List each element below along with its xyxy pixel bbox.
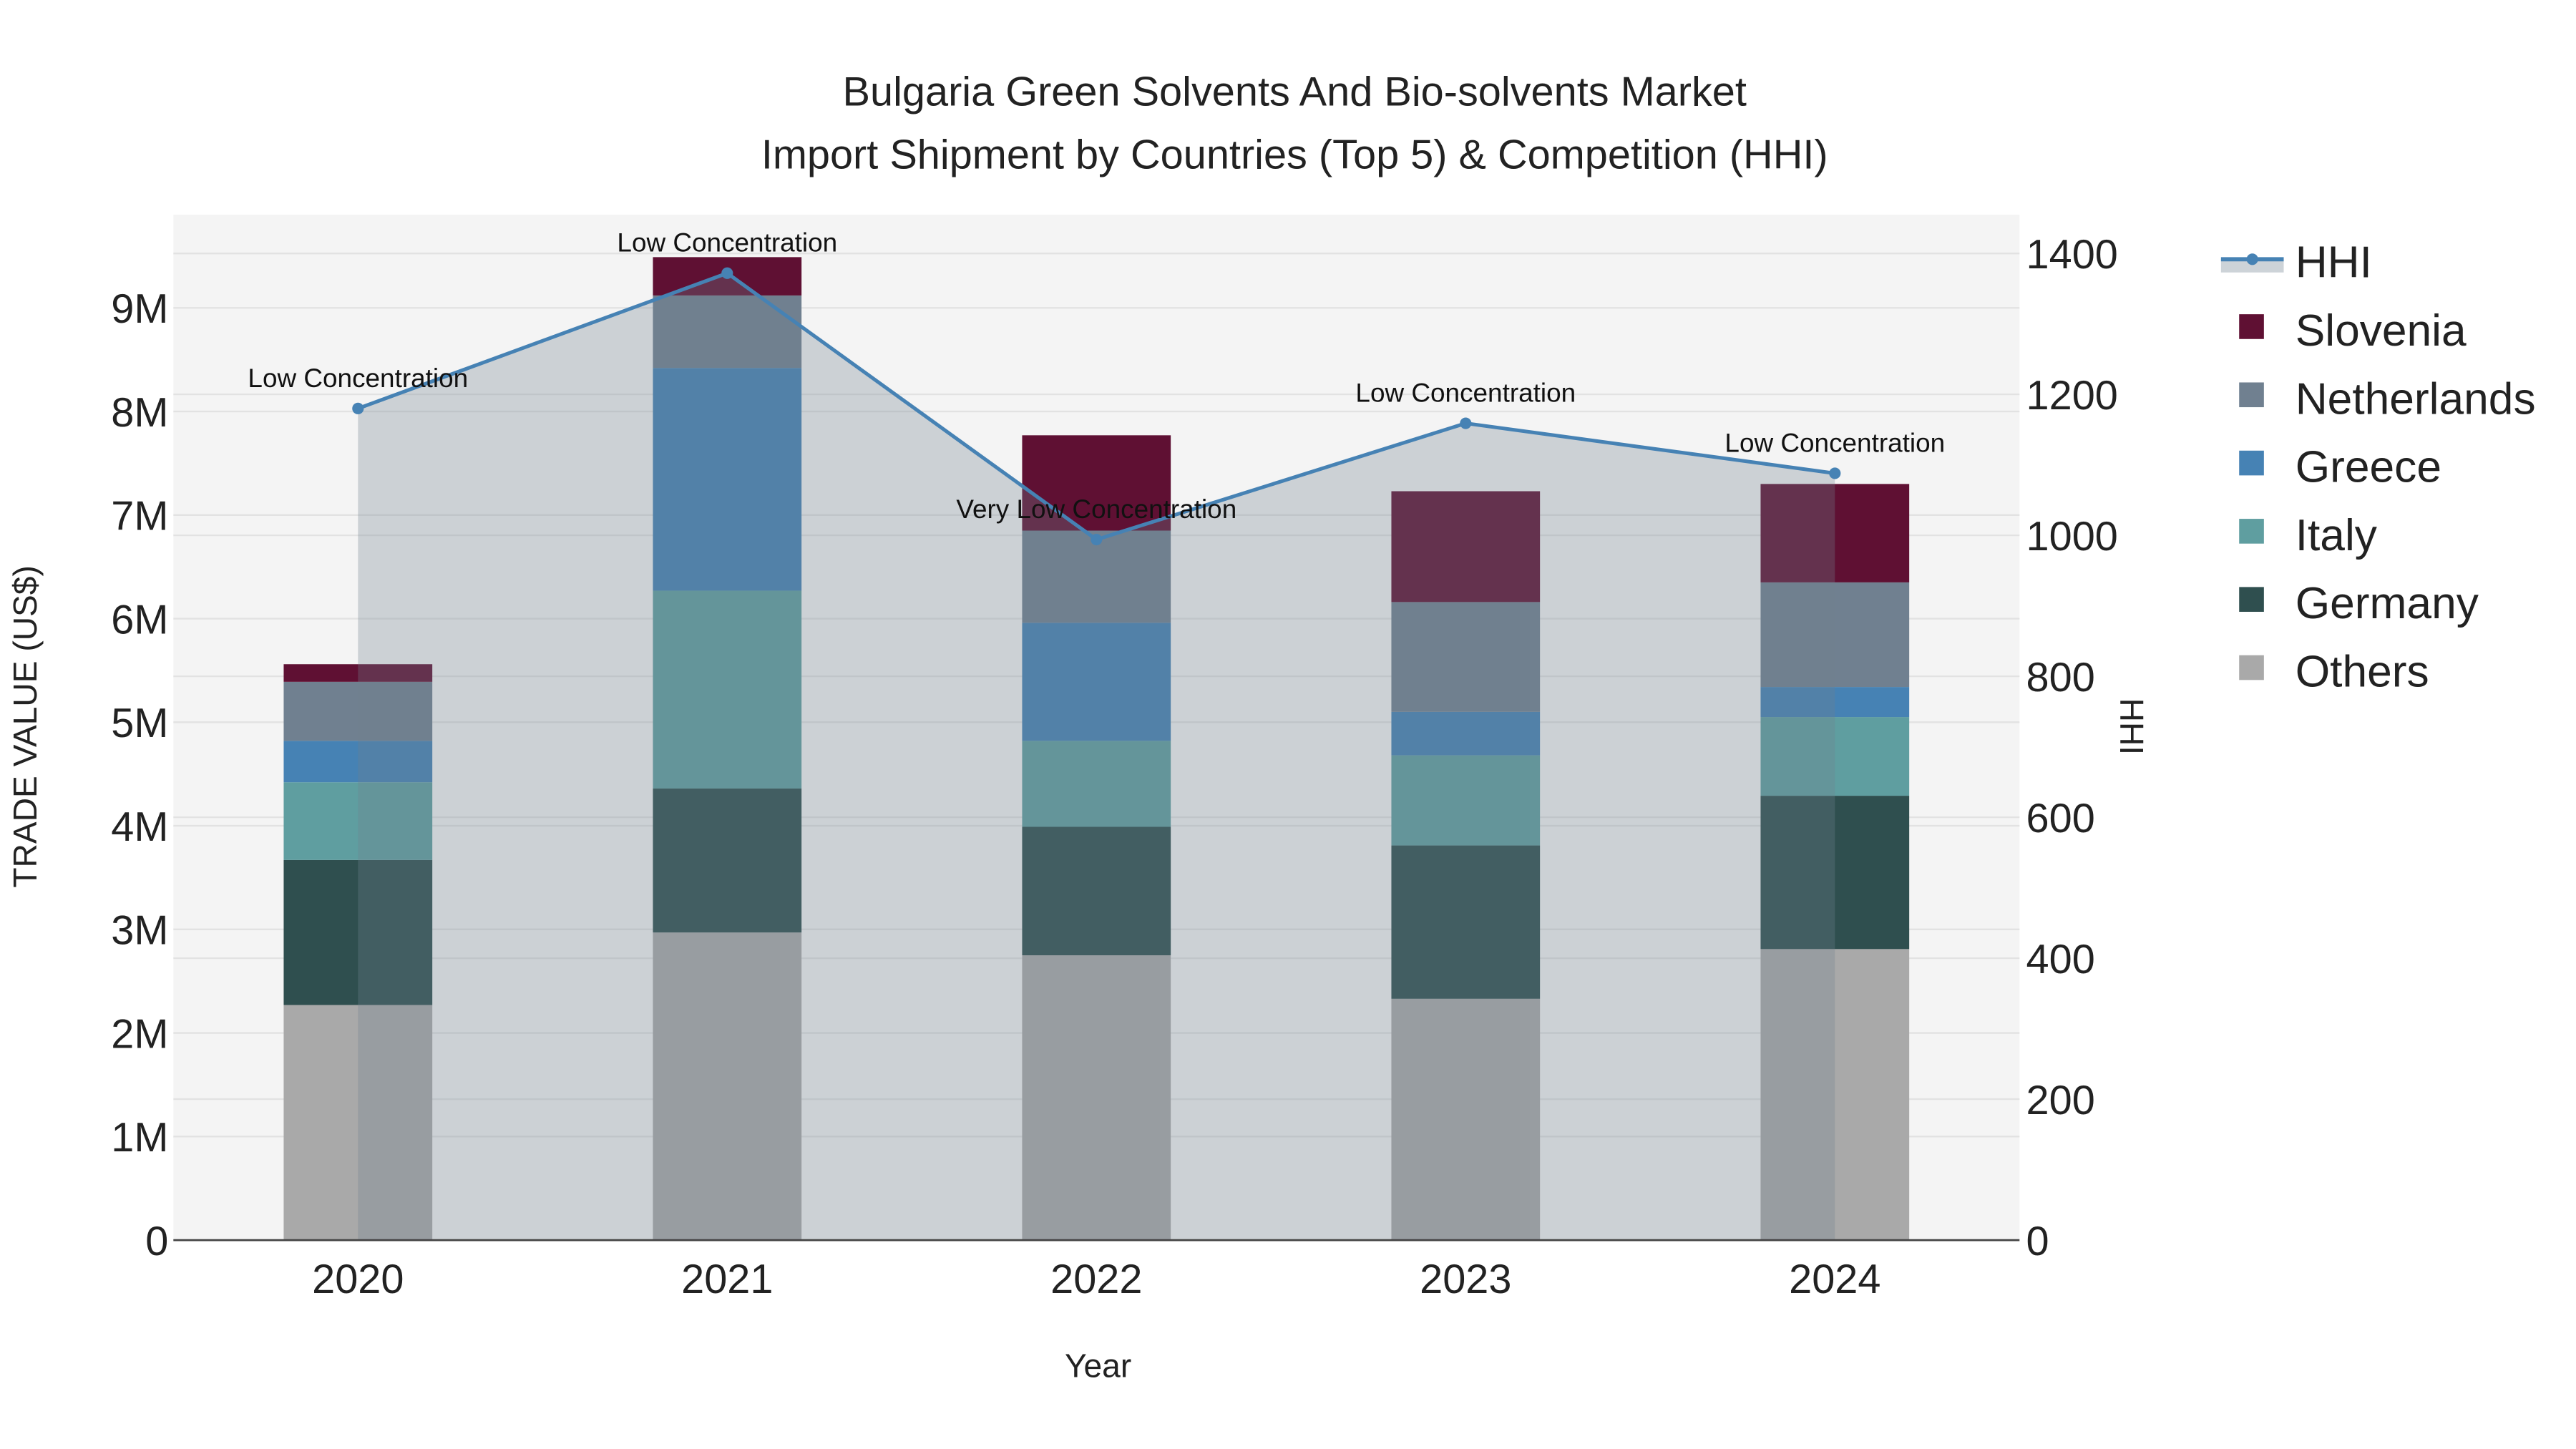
y-tick-label: 2M bbox=[111, 1011, 168, 1057]
legend-swatch bbox=[2239, 587, 2264, 612]
legend-label: Slovenia bbox=[2296, 306, 2467, 356]
y2-axis-label: HHI bbox=[2113, 698, 2150, 755]
y2-tick-label: 1400 bbox=[2026, 232, 2118, 278]
hhi-annotation: Low Concentration bbox=[248, 364, 468, 393]
hhi-point bbox=[352, 402, 364, 414]
x-tick-label: 2020 bbox=[312, 1257, 404, 1302]
legend-swatch bbox=[2239, 655, 2264, 680]
y2-tick-label: 400 bbox=[2026, 937, 2095, 982]
legend-swatch bbox=[2239, 519, 2264, 544]
legend-marker bbox=[2246, 253, 2258, 265]
chart-title-line1: Bulgaria Green Solvents And Bio-solvents… bbox=[843, 69, 1747, 115]
hhi-annotation: Very Low Concentration bbox=[956, 494, 1236, 524]
hhi-annotation: Low Concentration bbox=[1724, 428, 1945, 457]
legend-label: Netherlands bbox=[2296, 374, 2536, 424]
legend-swatch bbox=[2239, 450, 2264, 476]
legend-swatch bbox=[2239, 382, 2264, 408]
hhi-annotation: Low Concentration bbox=[1355, 379, 1576, 408]
legend-label: HHI bbox=[2296, 238, 2372, 288]
chart-title-line2: Import Shipment by Countries (Top 5) & C… bbox=[761, 132, 1828, 177]
y2-tick-label: 0 bbox=[2026, 1219, 2049, 1264]
y2-tick-label: 1000 bbox=[2026, 514, 2118, 560]
y-tick-label: 9M bbox=[111, 286, 168, 332]
y-tick-label: 4M bbox=[111, 804, 168, 850]
hhi-point bbox=[721, 267, 733, 279]
hhi-annotation: Low Concentration bbox=[617, 228, 837, 258]
hhi-trade-chart: Bulgaria Green Solvents And Bio-solvents… bbox=[0, 0, 2576, 1449]
hhi-point bbox=[1460, 417, 1472, 429]
legend-label: Italy bbox=[2296, 511, 2378, 560]
x-axis-label: Year bbox=[1065, 1347, 1131, 1385]
y-tick-label: 8M bbox=[111, 390, 168, 436]
y-tick-label: 3M bbox=[111, 908, 168, 954]
x-tick-label: 2021 bbox=[681, 1257, 773, 1302]
legend-label: Greece bbox=[2296, 443, 2441, 492]
hhi-point bbox=[1829, 467, 1841, 479]
x-tick-label: 2024 bbox=[1789, 1257, 1880, 1302]
hhi-point bbox=[1091, 533, 1103, 546]
y-tick-label: 7M bbox=[111, 494, 168, 540]
x-tick-label: 2022 bbox=[1050, 1257, 1142, 1302]
y2-tick-label: 800 bbox=[2026, 655, 2095, 701]
y-axis-label: TRADE VALUE (US$) bbox=[6, 565, 44, 887]
legend-label: Germany bbox=[2296, 579, 2479, 628]
y2-tick-label: 1200 bbox=[2026, 373, 2118, 419]
x-tick-label: 2023 bbox=[1420, 1257, 1511, 1302]
y-tick-label: 6M bbox=[111, 597, 168, 643]
y-tick-label: 1M bbox=[111, 1115, 168, 1161]
y-tick-label: 5M bbox=[111, 701, 168, 746]
y2-tick-label: 200 bbox=[2026, 1078, 2095, 1123]
legend-label: Others bbox=[2296, 648, 2429, 697]
y-tick-label: 0 bbox=[145, 1219, 168, 1264]
y2-tick-label: 600 bbox=[2026, 796, 2095, 841]
legend-swatch bbox=[2239, 314, 2264, 339]
